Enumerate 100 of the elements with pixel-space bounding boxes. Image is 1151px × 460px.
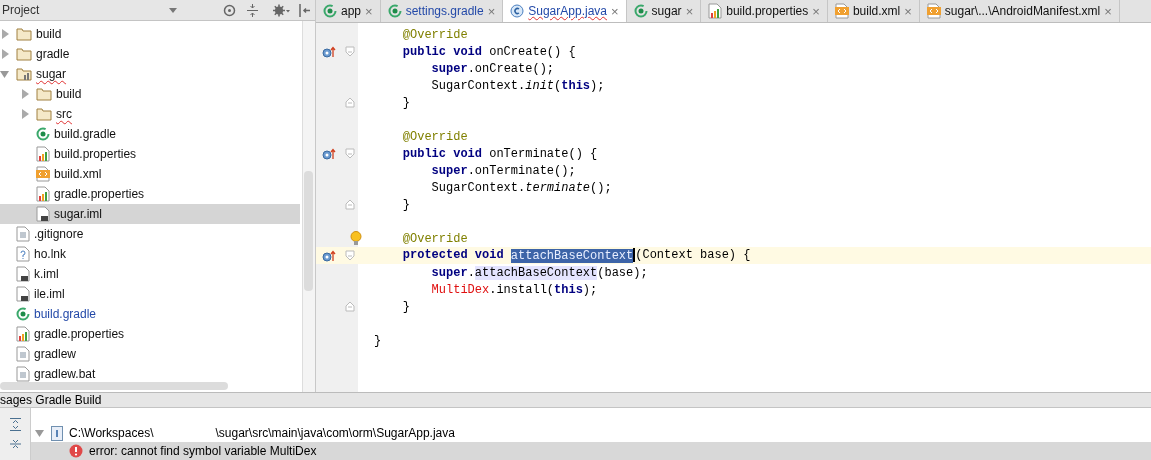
expanded-arrow-icon[interactable] (0, 69, 10, 79)
text-file-icon (16, 366, 30, 382)
collapse-all-icon[interactable] (246, 3, 259, 17)
properties-file-icon (708, 3, 723, 19)
close-icon[interactable]: × (611, 3, 619, 19)
code-line: @Override (401, 231, 468, 246)
close-icon[interactable]: × (1104, 3, 1112, 19)
lightbulb-icon[interactable] (350, 231, 362, 246)
text-file-icon (16, 346, 30, 362)
file-path: C:\Workspaces\ (69, 426, 154, 440)
horizontal-scrollbar[interactable] (0, 382, 228, 390)
folder-icon (16, 47, 32, 61)
collapsed-arrow-icon[interactable] (0, 29, 10, 39)
panel-title[interactable]: Project (2, 3, 40, 17)
override-icon[interactable] (322, 45, 336, 58)
xml-file-icon (926, 3, 941, 19)
tree-item[interactable]: src (0, 104, 300, 124)
fold-marker-icon[interactable] (345, 199, 355, 210)
tree-item[interactable]: gradlew (0, 344, 300, 364)
code-editor[interactable] (316, 23, 1151, 392)
code-line: @Override (401, 129, 468, 144)
tree-item[interactable]: gradle.properties (0, 184, 300, 204)
fold-marker-icon[interactable] (345, 97, 355, 108)
class-icon (510, 4, 525, 18)
tree-item[interactable]: build.properties (0, 144, 300, 164)
tree-item[interactable]: ile.iml (0, 284, 300, 304)
editor-tab[interactable]: SugarApp.java × (503, 0, 627, 22)
close-icon[interactable]: × (812, 3, 820, 19)
close-icon[interactable]: × (487, 3, 496, 19)
override-icon[interactable] (322, 147, 336, 160)
tree-item[interactable]: build (0, 84, 300, 104)
close-icon[interactable]: × (365, 3, 373, 19)
code-line: SugarContext.init(this); (430, 78, 605, 93)
tree-item[interactable]: gradle.properties (0, 324, 300, 344)
collapsed-arrow-icon[interactable] (0, 49, 10, 59)
collapse-all-icon[interactable] (8, 439, 22, 449)
tree-item[interactable]: build.xml (0, 164, 300, 184)
tree-item[interactable]: sugar.iml (0, 204, 300, 224)
code-line: } (401, 299, 410, 314)
tree-item[interactable]: build.gradle (0, 124, 300, 144)
properties-file-icon (36, 146, 50, 162)
code-line: } (374, 333, 382, 348)
dropdown-caret-icon[interactable] (169, 7, 177, 13)
xml-file-icon (36, 166, 50, 182)
folder-icon (36, 107, 52, 121)
tree-item[interactable]: k.iml (0, 264, 300, 284)
error-message: error: cannot find symbol variable MultiDex (89, 444, 317, 458)
module-file-icon (36, 206, 50, 222)
code-line: public void onTerminate() { (401, 146, 598, 161)
tree-item[interactable]: ho.lnk (0, 244, 300, 264)
tree-item[interactable]: sugar (0, 64, 300, 84)
close-icon[interactable]: × (904, 3, 912, 19)
code-line: SugarContext.terminate(); (430, 180, 612, 195)
message-row[interactable]: error: cannot find symbol variable MultiDex (31, 442, 1151, 460)
fold-marker-icon[interactable] (345, 301, 355, 312)
tree-item[interactable]: .gitignore (0, 224, 300, 244)
unknown-file-icon (16, 246, 30, 262)
expand-all-icon[interactable] (8, 418, 22, 431)
fold-marker-icon[interactable] (345, 250, 355, 261)
error-icon (69, 444, 83, 458)
folder-icon (36, 87, 52, 101)
class-file-icon (51, 425, 63, 441)
code-line: super.onTerminate(); (430, 163, 576, 178)
panel-title[interactable]: sages Gradle Build (0, 393, 102, 407)
folder-icon (16, 27, 32, 41)
module-file-icon (16, 266, 30, 282)
code-line: super.attachBaseContext(base); (430, 265, 648, 280)
properties-file-icon (36, 186, 50, 202)
close-icon[interactable]: × (685, 3, 694, 19)
code-line: @Override (401, 27, 468, 42)
message-row[interactable]: C:\Workspaces\ \sugar\src\main\java\com\orm\SugarApp.java (31, 424, 1151, 442)
collapsed-arrow-icon[interactable] (20, 109, 30, 119)
tree-item[interactable]: gradle (0, 44, 300, 64)
settings-icon[interactable] (273, 3, 291, 17)
gradle-icon (633, 4, 648, 18)
properties-file-icon (16, 326, 30, 342)
expanded-arrow-icon[interactable] (35, 428, 45, 438)
override-icon[interactable] (322, 249, 336, 262)
gradle-icon (387, 4, 402, 18)
code-line: MultiDex.install(this); (430, 282, 598, 297)
fold-marker-icon[interactable] (345, 148, 355, 159)
tree-item[interactable]: build (0, 24, 300, 44)
fold-marker-icon[interactable] (345, 46, 355, 57)
code-line: public void onCreate() { (401, 44, 576, 59)
code-line: protected void attachBaseContext (Context base) { (401, 248, 751, 263)
gradle-icon (323, 4, 337, 18)
module-folder-icon (16, 67, 32, 81)
scrollbar[interactable] (302, 21, 315, 392)
hide-panel-icon[interactable] (299, 3, 311, 17)
code-line: } (401, 95, 410, 110)
file-path: \sugar\src\main\java\com\orm\SugarApp.java (215, 426, 455, 440)
code-line: } (401, 197, 410, 212)
gradle-icon (36, 127, 50, 141)
xml-file-icon (834, 3, 849, 19)
tree-item[interactable]: build.gradle (0, 304, 300, 324)
target-icon[interactable] (223, 3, 236, 17)
text-file-icon (16, 226, 30, 242)
collapsed-arrow-icon[interactable] (20, 89, 30, 99)
tree-item[interactable]: gradlew.bat (0, 364, 300, 384)
code-line: super.onCreate(); (430, 61, 555, 76)
